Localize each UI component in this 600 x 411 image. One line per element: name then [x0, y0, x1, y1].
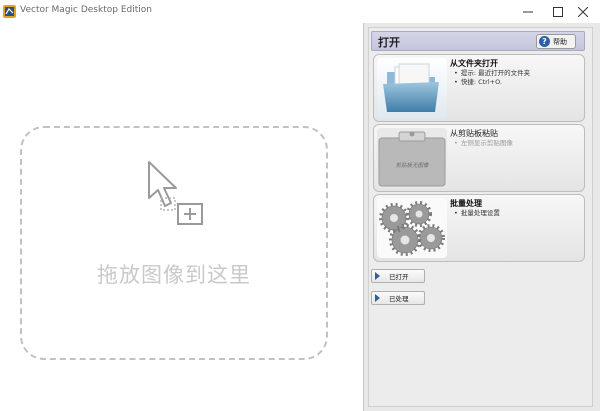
help-icon: ?	[539, 36, 550, 47]
cursor-drop-icon	[148, 161, 203, 225]
paste-from-clipboard-title: 从剪贴板粘贴	[450, 129, 498, 138]
processed-list-label: 已处理	[389, 295, 409, 303]
opened-list-button[interactable]: 已打开	[371, 269, 425, 283]
close-button[interactable]	[566, 0, 600, 24]
folder-thumbnail	[377, 58, 447, 118]
batch-processing-title: 批量处理	[450, 199, 482, 208]
maximize-icon	[553, 7, 563, 17]
drop-zone[interactable]: 拖放图像到这里	[20, 126, 328, 360]
batch-processing-hints: 批量处理设置	[454, 209, 500, 218]
title-bar: Vector Magic Desktop Edition	[0, 0, 600, 24]
help-button-label: 帮助	[553, 37, 567, 46]
open-from-folder-title: 从文件夹打开	[450, 59, 498, 68]
drop-zone-label: 拖放图像到这里	[97, 263, 251, 287]
list-item: 快捷: Ctrl+O.	[454, 78, 530, 87]
list-item: 左侧显示剪贴图像	[454, 139, 513, 148]
folder-icon	[377, 58, 447, 118]
open-from-folder-card[interactable]: 从文件夹打开 提示: 最近打开的文件夹 快捷: Ctrl+O.	[373, 54, 585, 122]
close-icon	[578, 7, 588, 17]
paste-from-clipboard-hints: 左侧显示剪贴图像	[454, 139, 513, 148]
gears-thumbnail	[377, 198, 447, 258]
expand-arrow-icon	[375, 294, 380, 302]
minimize-button[interactable]	[511, 0, 545, 24]
opened-list-label: 已打开	[389, 273, 409, 281]
list-item: 提示: 最近打开的文件夹	[454, 69, 530, 78]
section-title: 打开	[378, 36, 400, 49]
window-title: Vector Magic Desktop Edition	[20, 5, 152, 15]
clipboard-icon	[377, 128, 447, 188]
paste-from-clipboard-card[interactable]: 剪贴板无图像 从剪贴板粘贴 左侧显示剪贴图像	[373, 124, 585, 192]
clipboard-thumbnail: 剪贴板无图像	[377, 128, 447, 188]
list-item: 批量处理设置	[454, 209, 500, 218]
minimize-icon	[523, 11, 533, 13]
clipboard-empty-label: 剪贴板无图像	[395, 163, 429, 169]
help-button[interactable]: ? 帮助	[536, 34, 576, 49]
app-logo-icon	[3, 5, 16, 18]
processed-list-button[interactable]: 已处理	[371, 291, 425, 305]
gears-icon	[377, 198, 447, 258]
open-from-folder-hints: 提示: 最近打开的文件夹 快捷: Ctrl+O.	[454, 69, 530, 87]
expand-arrow-icon	[375, 272, 380, 280]
batch-processing-card[interactable]: 批量处理 批量处理设置	[373, 194, 585, 262]
